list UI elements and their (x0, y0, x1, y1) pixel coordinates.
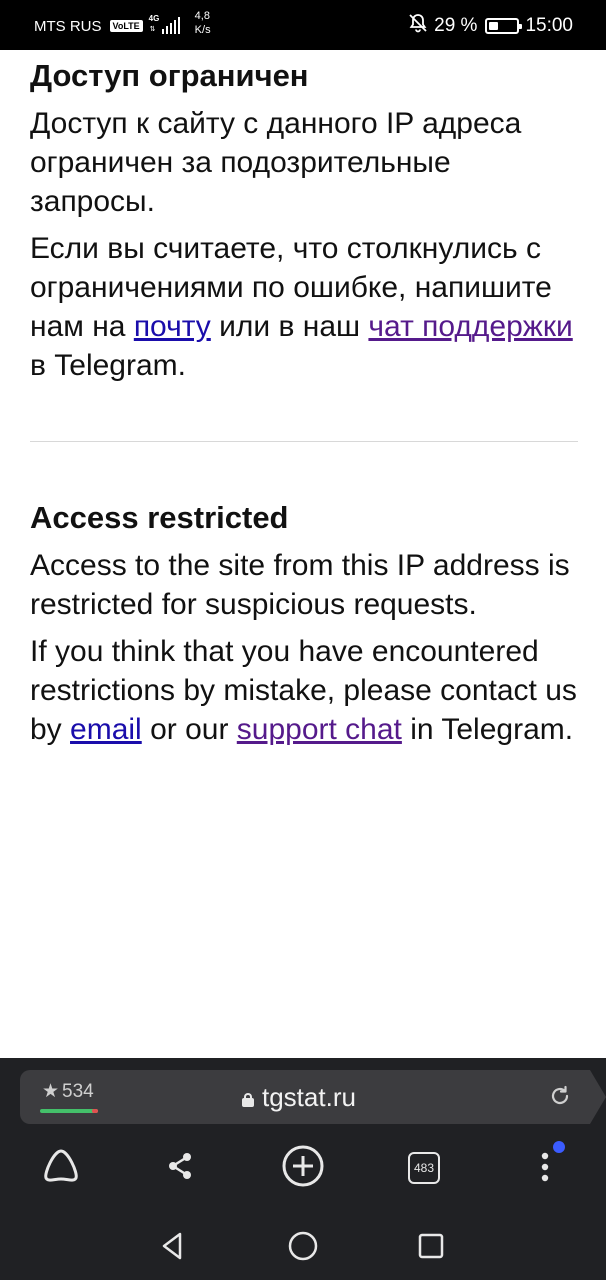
volte-badge: VoLTE (109, 20, 143, 32)
paragraph-en-1: Access to the site from this IP address … (30, 549, 570, 621)
network-speed: 4,8 K/s (195, 9, 211, 37)
url-text: tgstat.ru (262, 1082, 356, 1112)
paragraph-ru-2: Если вы считаете, что столкнулись с огра… (30, 229, 578, 385)
tabs-count: 483 (408, 1152, 440, 1184)
browser-bottom-bar: ★ 534 tgstat.ru 483 (0, 1058, 606, 1280)
reload-button[interactable] (548, 1084, 572, 1113)
data-arrows-icon: ⇅ (149, 26, 156, 33)
carrier-name: MTS RUS (34, 17, 102, 35)
battery-icon (485, 18, 523, 34)
paragraph-en-2-text3: in Telegram. (401, 713, 574, 746)
new-tab-button[interactable] (279, 1144, 327, 1192)
section-russian: Доступ ограничен Доступ к сайту с данног… (30, 56, 578, 385)
status-bar-left: MTS RUS VoLTE 4G ⇅ 4,8 K/s (34, 10, 211, 37)
title-en: Access restricted (30, 500, 289, 535)
paragraph-ru-2-text3: в Telegram. (30, 349, 186, 382)
back-triangle-icon (158, 1231, 188, 1266)
page-content: Доступ ограничен Доступ к сайту с данног… (30, 56, 578, 749)
paragraph-ru-2-text2: или в наш (210, 310, 369, 343)
home-circle-icon (287, 1230, 319, 1267)
support-chat-link-ru[interactable]: чат поддержки (368, 310, 572, 343)
plus-circle-icon (281, 1144, 325, 1193)
network-type: 4G (148, 14, 160, 23)
paragraph-en-2: If you think that you have encountered r… (30, 632, 578, 749)
star-icon: ★ (42, 1081, 60, 1102)
speed-value: 4,8 (194, 10, 210, 22)
rating-bar (40, 1109, 98, 1113)
menu-button[interactable] (521, 1141, 569, 1192)
clock: 15:00 (525, 15, 573, 36)
section-english: Access restricted Access to the site fro… (30, 498, 578, 749)
alice-icon (40, 1147, 82, 1190)
reload-icon (548, 1085, 572, 1112)
alice-button[interactable] (37, 1144, 85, 1192)
recents-square-icon (416, 1231, 446, 1266)
share-icon (164, 1150, 196, 1187)
address-bar[interactable]: ★ 534 tgstat.ru (20, 1070, 606, 1124)
battery-percent: 29 % (434, 15, 478, 36)
home-button[interactable] (281, 1226, 325, 1270)
back-button[interactable] (151, 1226, 195, 1270)
recents-button[interactable] (409, 1226, 453, 1270)
tabs-button[interactable]: 483 (400, 1144, 448, 1192)
speed-unit: K/s (194, 24, 211, 36)
site-rating[interactable]: ★ 534 (42, 1080, 94, 1103)
status-bar: MTS RUS VoLTE 4G ⇅ 4,8 K/s 29 % 15:00 (0, 0, 606, 50)
status-bar-right: 29 % 15:00 (408, 13, 573, 39)
more-vertical-icon (540, 1148, 550, 1189)
divider (30, 441, 578, 442)
support-chat-link-en[interactable]: support chat (237, 713, 402, 746)
paragraph-en-2-text2: or our (141, 713, 237, 746)
email-link-ru[interactable]: почту (134, 310, 211, 343)
rating-value: 534 (62, 1080, 94, 1102)
browser-toolbar: 483 (0, 1141, 606, 1200)
title-ru: Доступ ограничен (30, 58, 309, 93)
notification-dot (553, 1141, 565, 1153)
system-nav-bar (0, 1218, 606, 1280)
bell-off-icon (408, 13, 428, 39)
share-button[interactable] (156, 1144, 204, 1192)
url-display[interactable]: tgstat.ru (242, 1082, 356, 1113)
email-link-en[interactable]: email (70, 713, 142, 746)
paragraph-ru-1: Доступ к сайту с данного IP адреса огран… (30, 107, 522, 218)
lock-icon (242, 1092, 254, 1107)
signal-icon: 4G ⇅ (148, 14, 183, 36)
